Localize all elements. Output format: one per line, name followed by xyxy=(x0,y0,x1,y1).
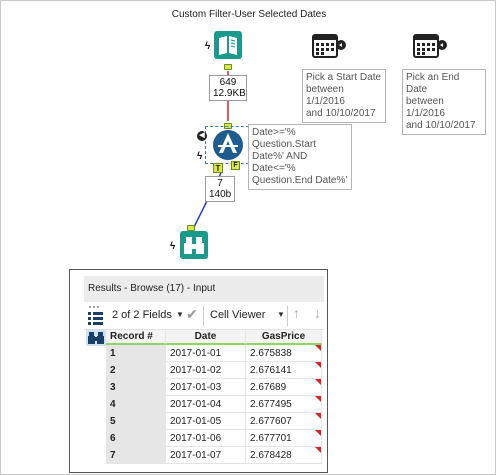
end-date-tool[interactable] xyxy=(412,33,448,63)
question-connector-icon: ◀ xyxy=(197,131,207,141)
results-toolbar: 2 of 2 Fields ▼ ✔ Cell Viewer ▼ ↑ ↓ xyxy=(84,302,324,330)
column-header-gasprice[interactable]: GasPrice xyxy=(246,330,322,345)
gasprice-cell[interactable]: 2.678428 xyxy=(246,447,322,464)
filter-record-count: 7 140b xyxy=(205,176,235,202)
date-cell[interactable]: 2017-01-07 xyxy=(166,447,246,464)
record-number-cell: 3 xyxy=(106,379,166,396)
gasprice-cell[interactable]: 2.677701 xyxy=(246,430,322,447)
results-side-icons xyxy=(84,304,106,346)
input-error-bolt-icon: ϟ xyxy=(205,41,211,52)
date-cell[interactable]: 2017-01-04 xyxy=(166,396,246,413)
calendar-icon xyxy=(312,34,346,58)
start-date-annotation: Pick a Start Date between 1/1/2016 and 1… xyxy=(302,69,386,123)
toolbar-separator xyxy=(203,306,204,326)
table-row[interactable]: 2 2017-01-02 2.676141 xyxy=(106,362,322,379)
column-header-record[interactable]: Record # xyxy=(106,330,166,345)
book-icon xyxy=(214,31,242,59)
gasprice-cell[interactable]: 2.677495 xyxy=(246,396,322,413)
cell-viewer-selector[interactable]: Cell Viewer xyxy=(210,309,265,321)
start-date-tool[interactable] xyxy=(311,33,347,63)
calendar-icon xyxy=(413,34,447,58)
false-anchor[interactable]: F xyxy=(231,161,240,170)
table-row[interactable]: 3 2017-01-03 2.67689 xyxy=(106,379,322,396)
date-cell[interactable]: 2017-01-06 xyxy=(166,430,246,447)
date-cell[interactable]: 2017-01-03 xyxy=(166,379,246,396)
gasprice-cell[interactable]: 2.67689 xyxy=(246,379,322,396)
end-date-annotation: Pick an End Date between 1/1/2016 and 10… xyxy=(402,69,486,135)
viewer-dropdown-icon[interactable]: ▼ xyxy=(277,310,285,319)
table-row[interactable]: 7 2017-01-07 2.678428 xyxy=(106,447,322,464)
filter-error-bolt-icon: ϟ xyxy=(197,151,203,162)
sort-up-icon[interactable]: ↑ xyxy=(293,305,300,321)
true-anchor[interactable]: T xyxy=(213,163,223,173)
input-output-anchor[interactable] xyxy=(224,64,232,70)
filter-expression-annotation: Date>='% Question.Start Date%' AND Date<… xyxy=(248,124,352,190)
filter-icon xyxy=(213,130,243,160)
browse-tool[interactable] xyxy=(180,231,208,259)
table-header-row: Record # Date GasPrice xyxy=(106,330,322,345)
record-number-cell: 6 xyxy=(106,430,166,447)
table-row[interactable]: 5 2017-01-05 2.677607 xyxy=(106,413,322,430)
list-view-icon[interactable] xyxy=(86,304,106,326)
input-data-tool[interactable] xyxy=(214,31,242,59)
binoculars-icon[interactable] xyxy=(86,330,106,346)
filter-tool[interactable] xyxy=(205,126,249,164)
column-header-date[interactable]: Date xyxy=(166,330,246,345)
record-number-cell: 5 xyxy=(106,413,166,430)
fields-selector[interactable]: 2 of 2 Fields xyxy=(112,309,172,321)
results-table: Record # Date GasPrice 1 2017-01-01 2.67… xyxy=(106,330,322,464)
record-number-cell: 1 xyxy=(106,345,166,362)
gasprice-cell[interactable]: 2.675838 xyxy=(246,345,322,362)
results-header: Results - Browse (17) - Input xyxy=(84,276,324,302)
gasprice-cell[interactable]: 2.676141 xyxy=(246,362,322,379)
record-number-cell: 4 xyxy=(106,396,166,413)
table-row[interactable]: 1 2017-01-01 2.675838 xyxy=(106,345,322,362)
toolbar-separator xyxy=(287,306,288,326)
gasprice-cell[interactable]: 2.677607 xyxy=(246,413,322,430)
date-cell[interactable]: 2017-01-01 xyxy=(166,345,246,362)
apply-check-icon[interactable]: ✔ xyxy=(186,306,198,323)
results-window[interactable]: Results - Browse (17) - Input 2 of 2 Fie… xyxy=(69,269,328,473)
sort-down-icon[interactable]: ↓ xyxy=(314,305,321,321)
record-number-cell: 7 xyxy=(106,447,166,464)
record-number-cell: 2 xyxy=(106,362,166,379)
table-row[interactable]: 6 2017-01-06 2.677701 xyxy=(106,430,322,447)
date-cell[interactable]: 2017-01-05 xyxy=(166,413,246,430)
fields-dropdown-icon[interactable]: ▼ xyxy=(176,310,184,319)
workflow-canvas[interactable]: Custom Filter-User Selected Dates ϟ 649 … xyxy=(0,0,496,475)
binoculars-icon xyxy=(180,231,208,259)
date-cell[interactable]: 2017-01-02 xyxy=(166,362,246,379)
input-record-count: 649 12.9KB xyxy=(209,75,247,101)
browse-error-bolt-icon: ϟ xyxy=(170,241,176,252)
table-row[interactable]: 4 2017-01-04 2.677495 xyxy=(106,396,322,413)
